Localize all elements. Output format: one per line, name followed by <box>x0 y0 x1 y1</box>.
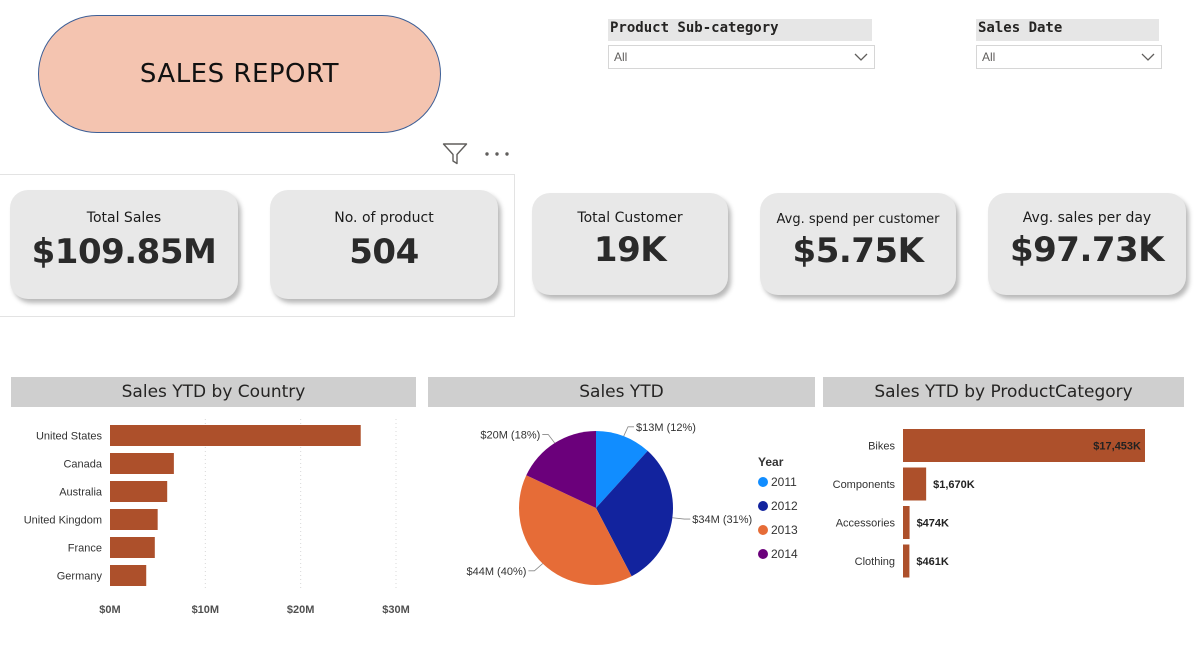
slice-data-label: $13M (12%) <box>636 422 696 434</box>
bar <box>110 425 361 446</box>
x-tick-label: $0M <box>99 604 120 616</box>
subcategory-dropdown[interactable]: All <box>608 45 875 69</box>
slice-data-label: $20M (18%) <box>480 430 540 442</box>
bar-data-label: $17,453K <box>1093 441 1141 453</box>
kpi-total-sales[interactable]: Total Sales $109.85M <box>10 190 238 299</box>
legend-label: 2012 <box>771 499 798 513</box>
legend-marker <box>758 501 768 511</box>
kpi-avg-spend[interactable]: Avg. spend per customer $5.75K <box>760 193 956 295</box>
bar <box>110 509 158 530</box>
kpi-label: Avg. sales per day <box>1022 210 1152 226</box>
bar-data-label: $1,670K <box>933 479 975 491</box>
bar <box>110 481 168 502</box>
chevron-down-icon <box>854 53 868 61</box>
bar <box>903 467 927 501</box>
country-bar-chart: $0M $10M $20M $30M United States Canada Austra… <box>24 419 410 616</box>
slice-data-label: $44M (40%) <box>466 566 526 578</box>
country-chart-title: Sales YTD by Country <box>11 377 416 407</box>
bar-data-label: $474K <box>917 518 949 530</box>
legend-marker <box>758 525 768 535</box>
legend-title: Year <box>758 455 784 469</box>
leader-line <box>542 434 556 444</box>
report-title-banner: SALES REPORT <box>38 15 441 133</box>
leader-line <box>672 517 691 520</box>
x-tick-label: $20M <box>287 604 315 616</box>
visual-header <box>442 142 510 166</box>
report-title: SALES REPORT <box>139 59 340 89</box>
leader-line <box>623 426 635 437</box>
sales-date-dropdown-value: All <box>982 50 996 64</box>
pie-chart-title: Sales YTD <box>428 377 815 407</box>
kpi-label: Total Customer <box>577 210 683 226</box>
kpi-label: Avg. spend per customer <box>776 212 940 227</box>
sales-date-slicer-title: Sales Date <box>976 19 1159 41</box>
legend-label: 2011 <box>771 475 797 489</box>
bar-data-label: $461K <box>916 556 948 568</box>
category-label: United Kingdom <box>24 515 102 527</box>
kpi-num-products[interactable]: No. of product 504 <box>270 190 498 299</box>
chevron-down-icon <box>1141 53 1155 61</box>
kpi-value: 504 <box>349 232 419 272</box>
kpi-value: 19K <box>593 230 667 270</box>
category-label: France <box>68 543 102 555</box>
category-label: Accessories <box>836 518 896 530</box>
category-label: Clothing <box>855 556 895 568</box>
bar <box>110 453 174 474</box>
sales-date-slicer: Sales Date All <box>976 19 1162 69</box>
legend-marker <box>758 477 768 487</box>
filter-icon[interactable] <box>442 142 468 166</box>
kpi-avg-sales-day[interactable]: Avg. sales per day $97.73K <box>988 193 1186 295</box>
kpi-total-customer[interactable]: Total Customer 19K <box>532 193 728 295</box>
kpi-value: $109.85M <box>31 232 217 272</box>
category-chart-title: Sales YTD by ProductCategory <box>823 377 1184 407</box>
legend-marker <box>758 549 768 559</box>
category-label: Australia <box>59 487 103 499</box>
legend-label: 2014 <box>771 547 798 561</box>
bar <box>903 506 910 539</box>
category-bar-chart: Bikes $17,453K Components $1,670K Accessorie… <box>833 429 1145 578</box>
more-options-icon[interactable] <box>484 150 510 158</box>
kpi-value: $5.75K <box>792 231 924 271</box>
subcategory-dropdown-value: All <box>614 50 628 64</box>
legend-label: 2013 <box>771 523 798 537</box>
year-pie-chart: $13M (12%) $34M (31%) $44M (40%) $20M (18%)… <box>466 422 798 585</box>
category-label: Bikes <box>868 441 895 453</box>
bar <box>903 544 910 578</box>
kpi-label: Total Sales <box>86 210 162 226</box>
x-tick-label: $10M <box>192 604 220 616</box>
leader-line <box>528 563 543 572</box>
sales-date-dropdown[interactable]: All <box>976 45 1162 69</box>
category-label: United States <box>36 431 103 443</box>
subcategory-slicer: Product Sub-category All <box>608 19 875 69</box>
x-tick-label: $30M <box>382 604 410 616</box>
kpi-value: $97.73K <box>1009 230 1165 270</box>
category-label: Canada <box>63 459 102 471</box>
category-label: Components <box>833 479 896 491</box>
subcategory-slicer-title: Product Sub-category <box>608 19 872 41</box>
slice-data-label: $34M (31%) <box>692 514 752 526</box>
bar <box>110 537 155 558</box>
bar <box>110 565 147 586</box>
kpi-label: No. of product <box>334 210 434 226</box>
category-label: Germany <box>57 571 103 583</box>
